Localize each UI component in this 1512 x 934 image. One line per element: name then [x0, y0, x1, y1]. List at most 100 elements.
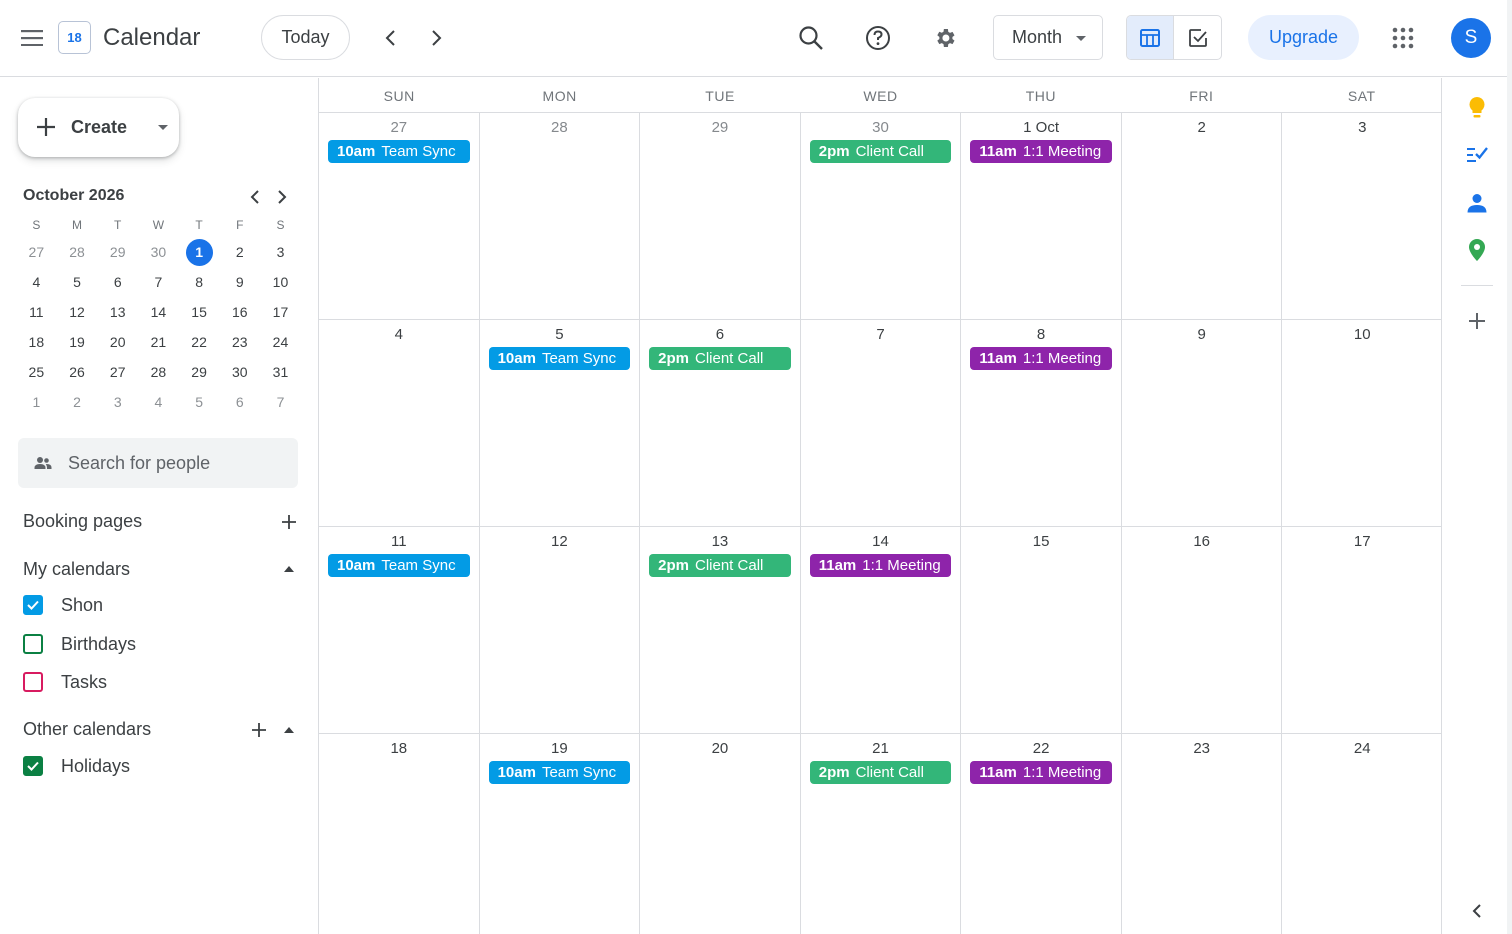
create-button[interactable]: Create	[18, 98, 179, 157]
booking-pages-label[interactable]: Booking pages	[23, 511, 142, 532]
day-cell[interactable]: 1 Oct 11am 1:1 Meeting	[961, 113, 1122, 319]
mini-calendar-day[interactable]: 5	[179, 387, 220, 417]
mini-calendar-day[interactable]: 19	[57, 327, 98, 357]
other-calendars-label[interactable]: Other calendars	[23, 719, 151, 740]
day-number[interactable]: 12	[480, 533, 640, 550]
mini-calendar-day[interactable]: 3	[260, 237, 301, 267]
day-cell[interactable]: 23	[1122, 734, 1283, 934]
mini-calendar-day[interactable]: 9	[219, 267, 260, 297]
view-switcher-dropdown[interactable]: Month	[993, 15, 1103, 60]
event-chip[interactable]: 11am 1:1 Meeting	[970, 761, 1112, 784]
day-cell[interactable]: 4	[319, 320, 480, 526]
day-number[interactable]: 4	[319, 326, 479, 343]
main-menu-button[interactable]	[10, 16, 54, 60]
help-button[interactable]	[856, 16, 900, 60]
google-apps-button[interactable]	[1381, 16, 1425, 60]
collapse-my-calendars-button[interactable]	[275, 555, 303, 583]
mini-calendar-day[interactable]: 25	[16, 357, 57, 387]
event-chip[interactable]: 2pm Client Call	[649, 347, 791, 370]
day-cell[interactable]: 20	[640, 734, 801, 934]
day-number[interactable]: 1 Oct	[961, 119, 1121, 136]
mini-calendar-day[interactable]: 5	[57, 267, 98, 297]
event-chip[interactable]: 11am 1:1 Meeting	[809, 554, 952, 577]
search-people-box[interactable]	[18, 438, 298, 488]
mini-calendar-day[interactable]: 15	[179, 297, 220, 327]
mini-calendar-day[interactable]: 16	[219, 297, 260, 327]
calendar-view-toggle[interactable]	[1127, 16, 1175, 59]
calendar-item-birthdays[interactable]: Birthdays	[23, 629, 136, 659]
day-cell[interactable]: 10	[1282, 320, 1442, 526]
today-button[interactable]: Today	[261, 15, 350, 60]
day-number[interactable]: 2	[1122, 119, 1282, 136]
day-number[interactable]: 7	[801, 326, 961, 343]
day-number[interactable]: 20	[640, 740, 800, 757]
get-add-ons-button[interactable]	[1463, 307, 1491, 335]
mini-calendar-day-today[interactable]: 1	[179, 237, 220, 267]
day-cell[interactable]: 18	[319, 734, 480, 934]
day-cell[interactable]: 28	[480, 113, 641, 319]
event-chip[interactable]: 11am 1:1 Meeting	[970, 347, 1112, 370]
mini-calendar-day[interactable]: 10	[260, 267, 301, 297]
mini-calendar-day[interactable]: 6	[219, 387, 260, 417]
mini-calendar-day[interactable]: 26	[57, 357, 98, 387]
next-period-button[interactable]	[415, 16, 459, 60]
mini-calendar-day[interactable]: 30	[138, 237, 179, 267]
day-cell[interactable]: 17	[1282, 527, 1442, 733]
day-number[interactable]: 30	[801, 119, 961, 136]
mini-calendar-prev-button[interactable]	[241, 183, 269, 211]
keep-button[interactable]	[1463, 94, 1491, 122]
mini-calendar-day[interactable]: 3	[97, 387, 138, 417]
mini-calendar-day[interactable]: 2	[219, 237, 260, 267]
search-button[interactable]	[789, 16, 833, 60]
day-cell[interactable]: 9	[1122, 320, 1283, 526]
add-booking-page-button[interactable]	[275, 508, 303, 536]
mini-calendar-day[interactable]: 7	[260, 387, 301, 417]
search-people-input[interactable]	[68, 451, 288, 475]
day-number[interactable]: 27	[319, 119, 479, 136]
day-cell[interactable]: 12	[480, 527, 641, 733]
mini-calendar-day[interactable]: 23	[219, 327, 260, 357]
day-number[interactable]: 8	[961, 326, 1121, 343]
mini-calendar-day[interactable]: 29	[179, 357, 220, 387]
mini-calendar-day[interactable]: 1	[16, 387, 57, 417]
day-cell[interactable]: 27 10am Team Sync	[319, 113, 480, 319]
mini-calendar-day[interactable]: 14	[138, 297, 179, 327]
day-cell[interactable]: 15	[961, 527, 1122, 733]
day-cell[interactable]: 2	[1122, 113, 1283, 319]
mini-calendar-day[interactable]: 28	[57, 237, 98, 267]
mini-calendar-day[interactable]: 13	[97, 297, 138, 327]
mini-calendar-day[interactable]: 4	[16, 267, 57, 297]
checkbox-checked[interactable]	[23, 756, 43, 776]
mini-calendar-next-button[interactable]	[268, 183, 296, 211]
mini-calendar-day[interactable]: 24	[260, 327, 301, 357]
day-number[interactable]: 5	[480, 326, 640, 343]
calendar-item-tasks[interactable]: Tasks	[23, 667, 107, 697]
mini-calendar-day[interactable]: 27	[16, 237, 57, 267]
day-number[interactable]: 22	[961, 740, 1121, 757]
day-cell[interactable]: 8 11am 1:1 Meeting	[961, 320, 1122, 526]
mini-calendar-day[interactable]: 4	[138, 387, 179, 417]
day-cell[interactable]: 29	[640, 113, 801, 319]
day-number[interactable]: 6	[640, 326, 800, 343]
tasks-button[interactable]	[1463, 141, 1491, 169]
day-cell[interactable]: 24	[1282, 734, 1442, 934]
day-number[interactable]: 14	[801, 533, 961, 550]
day-number[interactable]: 23	[1122, 740, 1282, 757]
mini-calendar-day[interactable]: 18	[16, 327, 57, 357]
event-chip[interactable]: 10am Team Sync	[328, 140, 470, 163]
mini-calendar-day[interactable]: 8	[179, 267, 220, 297]
my-calendars-label[interactable]: My calendars	[23, 559, 130, 580]
event-chip[interactable]: 2pm Client Call	[809, 761, 952, 784]
day-number[interactable]: 28	[480, 119, 640, 136]
mini-calendar-day[interactable]: 21	[138, 327, 179, 357]
mini-calendar-day[interactable]: 6	[97, 267, 138, 297]
mini-calendar-day[interactable]: 27	[97, 357, 138, 387]
day-cell[interactable]: 21 2pm Client Call	[801, 734, 962, 934]
mini-calendar-day[interactable]: 11	[16, 297, 57, 327]
mini-calendar-day[interactable]: 20	[97, 327, 138, 357]
tasks-view-toggle[interactable]	[1174, 16, 1221, 59]
event-chip[interactable]: 10am Team Sync	[328, 554, 470, 577]
account-avatar[interactable]: S	[1451, 18, 1491, 58]
mini-calendar-day[interactable]: 30	[219, 357, 260, 387]
day-number[interactable]: 18	[319, 740, 479, 757]
